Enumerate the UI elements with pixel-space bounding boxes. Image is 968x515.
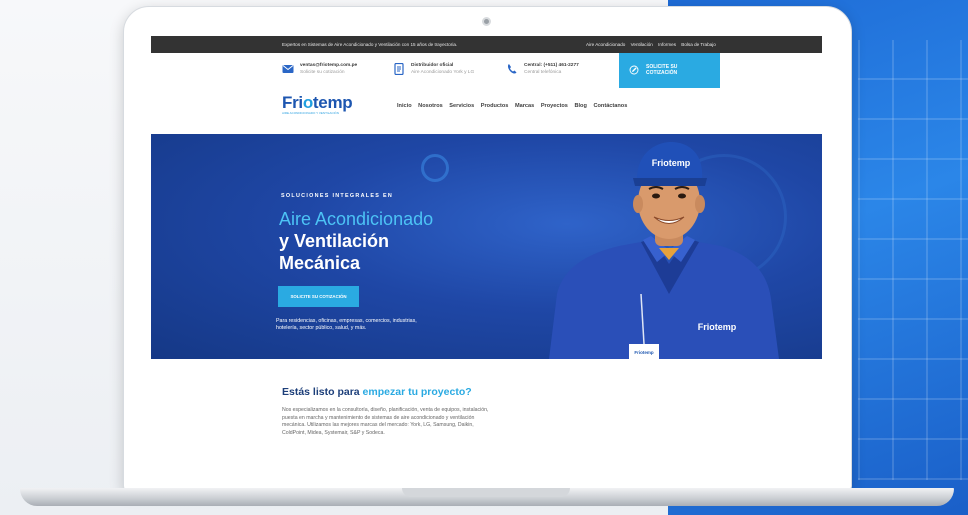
- laptop-camera: [482, 17, 491, 26]
- laptop-notch: [402, 488, 570, 497]
- edit-icon: [629, 65, 639, 75]
- intro-heading-plain: Estás listo para: [282, 386, 363, 398]
- hero-title-line2: y Ventilación: [279, 231, 390, 251]
- nav-productos[interactable]: Productos: [481, 103, 509, 109]
- hero-banner: SOLUCIONES INTEGRALES EN Aire Acondicion…: [151, 134, 822, 359]
- header-quote-button[interactable]: SOLICITE SU COTIZACIÓN: [619, 53, 720, 88]
- distributor-title: Distribuidor oficial: [411, 63, 454, 68]
- intro-body: Nos especializamos en la consultoría, di…: [282, 407, 489, 436]
- topbar-link-informes[interactable]: Informes: [658, 42, 676, 47]
- main-menu: Inicio Nosotros Servicios Productos Marc…: [397, 103, 632, 109]
- email-subtitle: Solicite su cotización: [300, 70, 345, 75]
- topbar-links: Aire Acondicionado Ventilación Informes …: [586, 42, 720, 47]
- nav-contactanos[interactable]: Contáctanos: [593, 103, 627, 109]
- topbar-link-bolsa[interactable]: Bolsa de Trabajo: [681, 42, 715, 47]
- distributor-subtitle: Aire Acondicionado York y LG: [411, 70, 475, 75]
- logo-text-2: temp: [312, 93, 353, 112]
- hero-title-line3: Mecánica: [279, 253, 361, 273]
- nav-inicio[interactable]: Inicio: [397, 103, 412, 109]
- phone-number: Central: (+511) 461-2277: [524, 63, 579, 68]
- hero-quote-button[interactable]: SOLICITE SU COTIZACIÓN: [278, 286, 359, 307]
- nav-servicios[interactable]: Servicios: [449, 103, 474, 109]
- topbar-link-aire[interactable]: Aire Acondicionado: [586, 42, 625, 47]
- email-address: ventas@friotemp.com.pe: [300, 63, 358, 68]
- top-bar: Expertos en Sistemas de Aire Acondiciona…: [151, 36, 822, 53]
- intro-heading: Estás listo para empezar tu proyecto?: [282, 386, 472, 398]
- shirt-logo: Friotemp: [698, 322, 737, 332]
- nav-nosotros[interactable]: Nosotros: [418, 103, 443, 109]
- logo-tagline: AIRE ACONDICIONADO Y VENTILACIÓN: [282, 111, 339, 115]
- topbar-link-ventilacion[interactable]: Ventilación: [631, 42, 653, 47]
- mail-icon: [282, 65, 294, 73]
- phone-icon: [507, 64, 517, 74]
- badge-logo: Friotemp: [634, 350, 654, 355]
- website-screen: Expertos en Sistemas de Aire Acondiciona…: [151, 36, 822, 456]
- hero-subtitle: Para residencias, oficinas, empresas, co…: [276, 318, 417, 331]
- contact-row: ventas@friotemp.com.pe Solicite su cotiz…: [151, 53, 822, 88]
- hero-title-line1: Aire Acondicionado: [279, 209, 434, 229]
- decor-ring: [421, 154, 449, 182]
- cap-logo: Friotemp: [652, 158, 691, 168]
- nav-blog[interactable]: Blog: [574, 103, 586, 109]
- logo-text-o: o: [302, 93, 313, 112]
- main-nav-bar: Friotemp AIRE ACONDICIONADO Y VENTILACIÓ…: [151, 88, 822, 134]
- hero-kicker: SOLUCIONES INTEGRALES EN: [281, 193, 394, 199]
- topbar-tagline: Expertos en Sistemas de Aire Acondiciona…: [282, 42, 458, 47]
- intro-section: Estás listo para empezar tu proyecto? No…: [151, 359, 822, 456]
- header-quote-label: SOLICITE SU COTIZACIÓN: [646, 64, 678, 76]
- background-building-pattern: [858, 40, 968, 480]
- intro-heading-highlight: empezar tu proyecto?: [362, 386, 472, 398]
- logo-text-1: Fri: [282, 93, 303, 112]
- technician-photo: Friotemp Friotemp Friotemp: [549, 142, 779, 359]
- friotemp-logo[interactable]: Friotemp: [282, 93, 353, 113]
- nav-marcas[interactable]: Marcas: [515, 103, 534, 109]
- nav-proyectos[interactable]: Proyectos: [541, 103, 568, 109]
- phone-subtitle: Central telefónica: [524, 70, 562, 75]
- document-icon: [394, 63, 404, 75]
